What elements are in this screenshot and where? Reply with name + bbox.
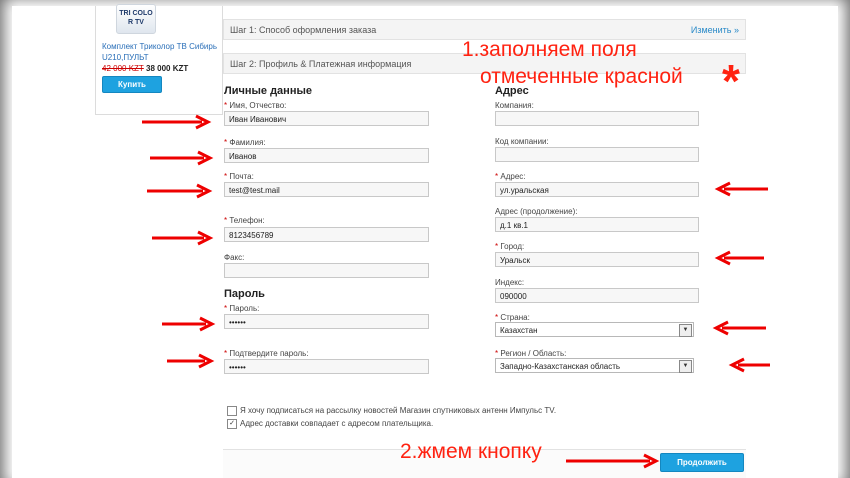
- newsletter-checkbox[interactable]: [227, 406, 237, 416]
- required-mark: *: [224, 216, 228, 225]
- phone-label: * Телефон:: [224, 216, 265, 225]
- arrow-right-icon: [142, 114, 212, 130]
- page: TRI COLO R TV Комплект Триколор ТВ Сибир…: [12, 4, 838, 478]
- arrow-left-icon: [714, 181, 768, 197]
- company-label: Компания:: [495, 101, 534, 110]
- email-label: * Почта:: [224, 172, 254, 181]
- company-field[interactable]: [495, 111, 699, 126]
- chevron-down-icon[interactable]: ▼: [679, 324, 692, 337]
- required-mark: *: [495, 242, 499, 251]
- required-mark: *: [495, 172, 499, 181]
- phone-field[interactable]: 8123456789: [224, 227, 429, 242]
- arrow-right-icon: [162, 316, 216, 332]
- required-mark: *: [224, 172, 228, 181]
- address-field[interactable]: ул.уральская: [495, 182, 699, 197]
- name-field[interactable]: Иван Иванович: [224, 111, 429, 126]
- address2-label: Адрес (продолжение):: [495, 207, 578, 216]
- sidebar-product-card: TRI COLO R TV Комплект Триколор ТВ Сибир…: [95, 4, 223, 115]
- surname-field[interactable]: Иванов: [224, 148, 429, 163]
- fax-field[interactable]: [224, 263, 429, 278]
- arrow-left-icon: [728, 357, 770, 373]
- zip-label: Индекс:: [495, 278, 525, 287]
- arrow-right-icon: [150, 150, 214, 166]
- email-field[interactable]: test@test.mail: [224, 182, 429, 197]
- chevron-down-icon[interactable]: ▼: [679, 360, 692, 373]
- newsletter-label: Я хочу подписаться на рассылку новостей …: [240, 406, 557, 415]
- confirm-password-label: * Подтвердите пароль:: [224, 349, 309, 358]
- product-image[interactable]: TRI COLO R TV: [116, 4, 156, 34]
- annotation-step-2: 2.жмем кнопку: [400, 440, 542, 463]
- arrow-left-icon: [714, 250, 764, 266]
- surname-label: * Фамилия:: [224, 138, 266, 147]
- product-name-link[interactable]: Комплект Триколор ТВ Сибирь U210,ПУЛЬТ: [102, 41, 220, 63]
- zip-field[interactable]: 090000: [495, 288, 699, 303]
- step-2-title: Шаг 2: Профиль & Платежная информация: [230, 59, 412, 69]
- step-1-title: Шаг 1: Способ оформления заказа: [230, 25, 377, 35]
- region-value: Западно-Казахстанская область: [500, 362, 621, 371]
- arrow-right-icon: [147, 183, 213, 199]
- required-mark: *: [224, 349, 228, 358]
- arrow-right-icon: [152, 230, 214, 246]
- password-heading: Пароль: [224, 288, 265, 300]
- arrow-right-icon: [167, 353, 215, 369]
- step-1-header[interactable]: Шаг 1: Способ оформления заказа Изменить…: [223, 19, 746, 40]
- address2-field[interactable]: д.1 кв.1: [495, 217, 699, 232]
- region-label: * Регион / Область:: [495, 349, 567, 358]
- continue-button[interactable]: Продолжить: [660, 453, 744, 472]
- buy-button[interactable]: Купить: [102, 76, 162, 93]
- annotation-step-1-cont: отмеченные красной: [480, 65, 683, 88]
- password-label: * Пароль:: [224, 304, 260, 313]
- country-label: * Страна:: [495, 313, 530, 322]
- required-mark: *: [224, 304, 228, 313]
- region-select[interactable]: Западно-Казахстанская область ▼: [495, 358, 694, 373]
- same-address-label: Адрес доставки совпадает с адресом плате…: [240, 419, 434, 428]
- address-label: * Адрес:: [495, 172, 526, 181]
- annotation-star: *: [722, 55, 740, 107]
- company-code-label: Код компании:: [495, 137, 549, 146]
- city-field[interactable]: Уральск: [495, 252, 699, 267]
- annotation-step-1: 1.заполняем поля: [462, 38, 637, 61]
- password-field[interactable]: ••••••: [224, 314, 429, 329]
- same-address-checkbox[interactable]: ✓: [227, 419, 237, 429]
- arrow-right-icon: [566, 453, 660, 469]
- country-value: Казахстан: [500, 326, 538, 335]
- required-mark: *: [495, 313, 499, 322]
- country-select[interactable]: Казахстан ▼: [495, 322, 694, 337]
- change-link[interactable]: Изменить »: [691, 20, 739, 41]
- required-mark: *: [224, 101, 228, 110]
- old-price: 42 000 KZT: [102, 64, 144, 73]
- arrow-left-icon: [712, 320, 766, 336]
- required-mark: *: [495, 349, 499, 358]
- required-mark: *: [224, 138, 228, 147]
- city-label: * Город:: [495, 242, 525, 251]
- new-price: 38 000 KZT: [146, 64, 189, 73]
- personal-heading: Личные данные: [224, 85, 312, 97]
- name-label: * Имя, Отчество:: [224, 101, 287, 110]
- fax-label: Факс:: [224, 253, 245, 262]
- company-code-field[interactable]: [495, 147, 699, 162]
- confirm-password-field[interactable]: ••••••: [224, 359, 429, 374]
